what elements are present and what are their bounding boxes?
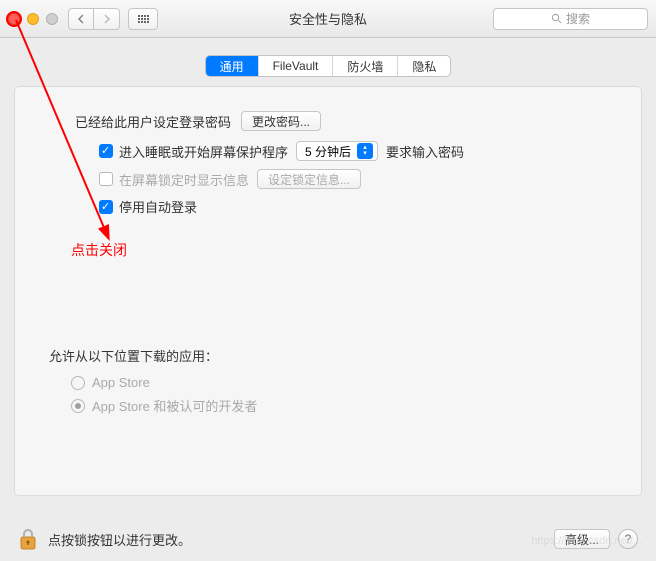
allow-apps-label: 允许从以下位置下载的应用：	[39, 346, 617, 365]
close-window-button[interactable]	[8, 13, 20, 25]
lock-icon[interactable]	[18, 527, 38, 551]
search-icon	[551, 13, 562, 24]
general-panel: 已经给此用户设定登录密码 更改密码... 进入睡眠或开始屏幕保护程序 5 分钟后…	[14, 86, 642, 496]
radio-identified-developers	[71, 399, 85, 413]
window-toolbar: 安全性与隐私 搜索	[0, 0, 656, 38]
password-set-label: 已经给此用户设定登录密码	[75, 112, 231, 131]
traffic-lights	[8, 13, 58, 25]
allow-apps-radio-group: App Store App Store 和被认可的开发者	[39, 375, 617, 415]
show-message-checkbox[interactable]	[99, 172, 113, 186]
require-password-checkbox[interactable]	[99, 144, 113, 158]
show-all-button[interactable]	[128, 8, 158, 30]
tab-general[interactable]: 通用	[206, 56, 259, 76]
select-arrows-icon	[357, 143, 373, 159]
content-area: 通用 FileVault 防火墙 隐私 已经给此用户设定登录密码 更改密码...…	[0, 38, 656, 496]
grid-icon	[138, 15, 149, 23]
set-lock-message-button: 设定锁定信息...	[257, 169, 361, 189]
disable-autologin-label: 停用自动登录	[119, 197, 197, 216]
radio-identified-label: App Store 和被认可的开发者	[92, 396, 257, 415]
disable-autologin-checkbox[interactable]	[99, 200, 113, 214]
annotation-text: 点击关闭	[71, 240, 127, 260]
sleep-delay-value: 5 分钟后	[305, 143, 351, 160]
lock-text: 点按锁按钮以进行更改。	[48, 530, 191, 549]
tab-firewall[interactable]: 防火墙	[333, 56, 398, 76]
minimize-window-button[interactable]	[27, 13, 39, 25]
forward-button[interactable]	[94, 8, 120, 30]
change-password-button[interactable]: 更改密码...	[241, 111, 321, 131]
radio-appstore	[71, 376, 85, 390]
nav-buttons	[68, 8, 120, 30]
sleep-delay-select[interactable]: 5 分钟后	[296, 141, 378, 161]
radio-appstore-label: App Store	[92, 375, 150, 390]
watermark: https://blog.csdn.net/...	[531, 535, 642, 547]
back-button[interactable]	[68, 8, 94, 30]
search-placeholder: 搜索	[566, 10, 590, 27]
maximize-window-button[interactable]	[46, 13, 58, 25]
sleep-lock-label-after: 要求输入密码	[386, 142, 464, 161]
show-message-label: 在屏幕锁定时显示信息	[119, 170, 249, 189]
search-input[interactable]: 搜索	[493, 8, 648, 30]
window-title: 安全性与隐私	[289, 9, 367, 28]
tab-filevault[interactable]: FileVault	[259, 56, 334, 76]
sleep-lock-label-before: 进入睡眠或开始屏幕保护程序	[119, 142, 288, 161]
tab-bar: 通用 FileVault 防火墙 隐私	[14, 56, 642, 76]
tab-privacy[interactable]: 隐私	[398, 56, 450, 76]
